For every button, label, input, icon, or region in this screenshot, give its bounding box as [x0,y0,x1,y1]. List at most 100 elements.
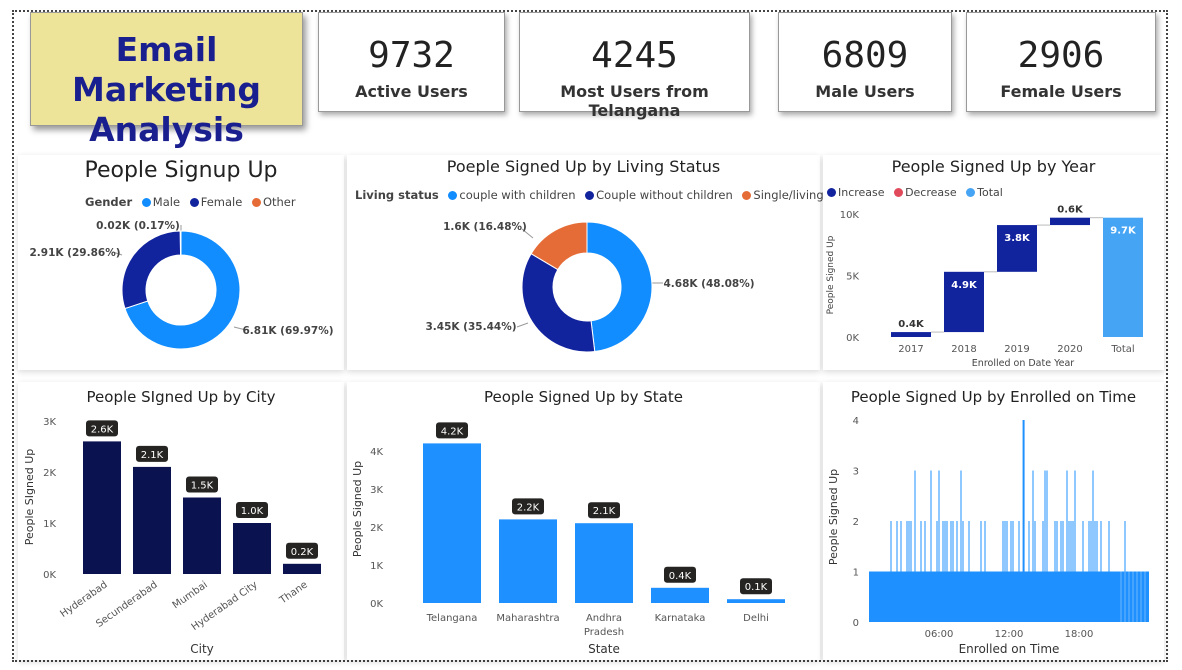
time-bar-panel[interactable]: People Signed Up by Enrolled on Time Peo… [823,382,1164,660]
data-label: 6.81K (69.97%) [242,325,333,337]
data-label: 2.2K [517,502,540,513]
kpi-label: Active Users [355,82,468,101]
x-tick-label: 18:00 [1065,629,1094,640]
y-tick-label: 0K [43,570,56,581]
bar [183,497,221,574]
x-tick-label: Thane [277,579,310,606]
city-bar-chart: People SIgned Up City 0K 1K 2K 3K 2.6K Hydera… [23,417,321,656]
bar [423,443,481,603]
x-tick-label: Pradesh [584,627,624,638]
bar [727,599,785,603]
year-waterfall-panel[interactable]: People Signed Up by Year Increase Decrea… [823,155,1164,370]
kpi-value: 6809 [821,35,909,76]
bar [575,523,633,603]
y-tick-label: 1 [853,568,859,579]
data-label: 4.68K (48.08%) [663,278,754,290]
dashboard-title: Email Marketing Analysis [30,12,303,149]
bar [83,441,121,574]
bar [499,519,557,603]
data-label: 2.1K [141,450,164,461]
x-tick-label: 2017 [898,344,923,355]
x-tick-label: Hyderabad [58,579,109,620]
x-tick-label: 2019 [1004,344,1029,355]
kpi-card-male-users[interactable]: 6809 Male Users [778,12,952,112]
x-tick-label: Delhi [743,613,769,624]
x-axis-title: Enrolled on Time [959,642,1060,656]
x-tick-label: Andhra [586,613,622,624]
y-tick-label: 2K [370,523,383,534]
bar [133,466,171,574]
data-label: 0.2K [291,547,314,558]
y-tick-label: 4 [853,416,859,427]
data-label: 0.02K (0.17%) [96,220,180,232]
state-bar-panel[interactable]: People Signed Up by State People Signed … [347,382,820,660]
y-tick-label: 10K [840,210,860,221]
kpi-card-active-users[interactable]: 9732 Active Users [318,12,505,112]
time-bar-chart: People Signed Up Enrolled on Time 0 1 2 3 4 0… [827,416,1149,656]
x-axis-title: Enrolled on Date Year [972,358,1074,369]
data-label: 1.6K (16.48%) [443,221,527,233]
y-tick-label: 1K [370,561,383,572]
kpi-value: 2906 [1017,35,1105,76]
y-axis-title: People SIgned Up [23,449,36,546]
city-bar-panel[interactable]: People SIgned Up by City People SIgned U… [18,382,344,660]
x-tick-label: 2020 [1057,344,1082,355]
kpi-label: Most Users from Telangana [560,82,709,120]
title-line-1: Email Marketing [71,30,262,109]
donut-slice [121,230,182,310]
y-tick-label: 0 [853,618,859,629]
bar [233,523,271,574]
y-tick-label: 0K [370,599,383,610]
data-label: 0.6K [1057,205,1084,216]
living-status-donut-panel[interactable]: Poeple Signed Up by Living Status Living… [347,155,859,370]
x-axis-title: City [190,642,214,656]
y-tick-label: 3K [370,485,383,496]
data-label: 0.1K [745,582,768,593]
kpi-card-telangana-users[interactable]: 4245 Most Users from Telangana [519,12,750,120]
donut-slice [179,230,182,256]
y-axis-title: People Signed Up [826,235,836,314]
bar [651,587,709,603]
data-label: 0.4K [669,571,692,582]
y-tick-label: 2 [853,517,859,528]
data-label: 0.4K [898,319,925,330]
kpi-label: Female Users [1000,82,1122,101]
data-label: 4.2K [441,426,464,437]
x-tick-label: 2018 [951,344,976,355]
data-label: 1.5K [191,481,214,492]
bar [283,563,321,574]
x-tick-label: Maharashtra [496,613,559,624]
x-tick-label: 06:00 [925,629,954,640]
x-tick-label: 12:00 [995,629,1024,640]
gender-donut-chart: 0.02K (0.17%) 2.91K (29.86%) 6.81K (69.9… [29,220,334,350]
y-axis-title: People Signed Up [351,461,364,557]
bar-area [869,571,1149,622]
x-tick-label: Mumbai [171,579,210,611]
x-axis-title: State [588,642,620,656]
y-tick-label: 3K [43,417,56,428]
data-label: 4.9K [951,280,978,291]
data-label: 9.7K [1110,226,1137,237]
x-tick-label: Telangana [426,613,478,624]
y-tick-label: 4K [370,447,383,458]
kpi-card-female-users[interactable]: 2906 Female Users [966,12,1156,112]
donut-slice [586,221,653,353]
kpi-value: 4245 [591,35,678,76]
data-label: 3.45K (35.44%) [425,321,516,333]
kpi-value: 9732 [368,35,455,76]
y-tick-label: 0K [846,333,859,344]
data-label: 2.91K (29.86%) [29,247,120,259]
data-label: 2.6K [91,424,114,435]
x-tick-label: Karnataka [655,613,706,624]
x-tick-label: Total [1110,344,1134,355]
living-status-donut-chart: 1.6K (16.48%) 4.68K (48.08%) 3.45K (35.4… [425,221,755,353]
y-axis-title: People Signed Up [827,469,840,565]
kpi-label: Male Users [815,82,915,101]
title-line-2: Analysis [89,110,244,149]
waterfall-bar [1050,217,1090,226]
y-tick-label: 2K [43,468,56,479]
gender-donut-panel[interactable]: People Signup Up Gender Male Female Othe… [18,155,344,370]
year-waterfall-chart: People Signed Up Enrolled on Date Year 0… [826,205,1143,369]
data-label: 3.8K [1004,233,1031,244]
y-tick-label: 1K [43,519,56,530]
